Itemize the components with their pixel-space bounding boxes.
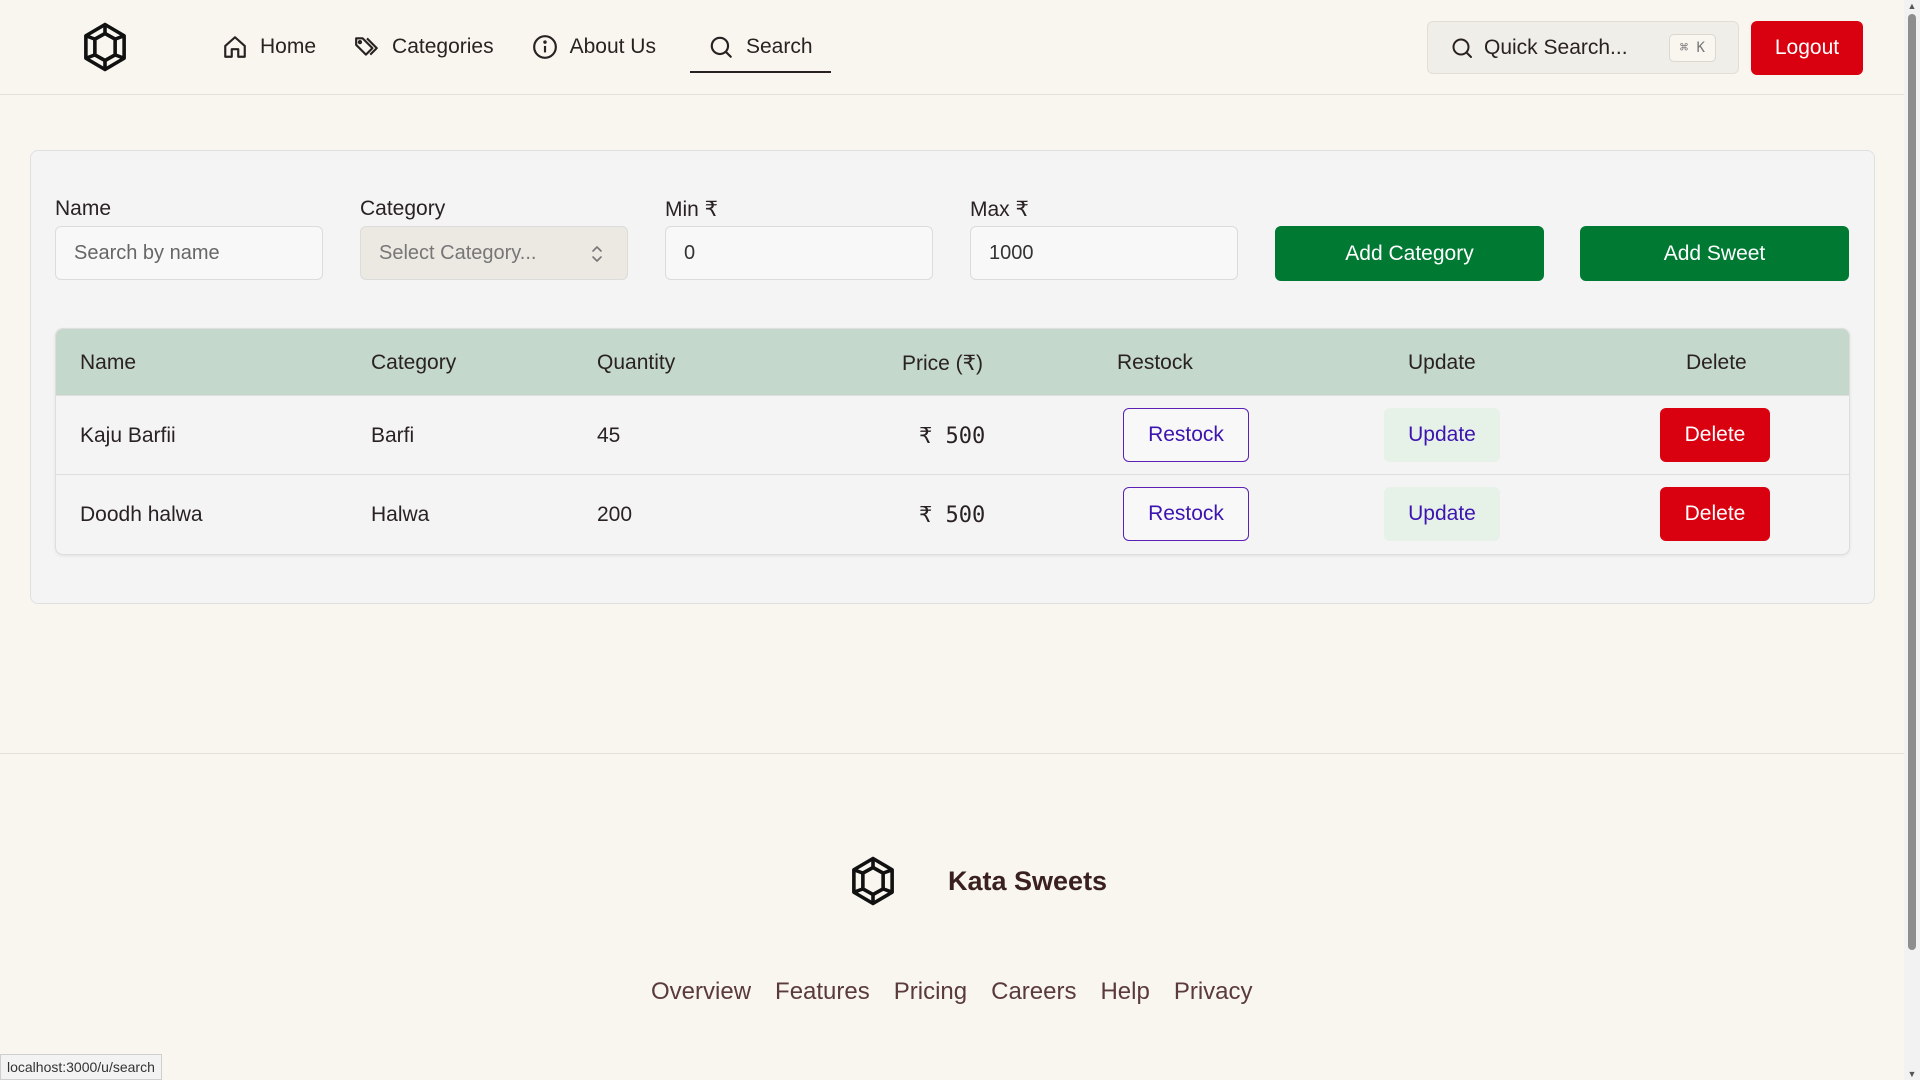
delete-button[interactable]: Delete (1660, 487, 1770, 541)
sweets-table: Name Category Quantity Price (₹) Restock… (55, 328, 1850, 555)
table-row: Doodh halwa Halwa 200 ₹ 500 Restock Upda… (56, 474, 1849, 554)
top-navbar: Home Categories About Us Search Quick Se… (0, 0, 1904, 95)
quick-search-label: Quick Search... (1484, 35, 1628, 59)
table-row: Kaju Barfii Barfi 45 ₹ 500 Restock Updat… (56, 395, 1849, 475)
update-button[interactable]: Update (1384, 487, 1500, 541)
logo-icon[interactable] (78, 20, 132, 74)
max-price-label: Max ₹ (970, 198, 1029, 221)
add-category-button[interactable]: Add Category (1275, 226, 1544, 281)
footer-link-privacy[interactable]: Privacy (1174, 978, 1253, 1006)
scroll-down-arrow-icon[interactable]: ▼ (1907, 1069, 1917, 1079)
search-icon (1452, 38, 1472, 58)
footer-link-help[interactable]: Help (1100, 978, 1149, 1006)
scroll-up-arrow-icon[interactable]: ▲ (1907, 1, 1917, 11)
header-update: Update (1408, 351, 1476, 374)
header-restock: Restock (1117, 351, 1193, 374)
tags-icon (355, 37, 378, 56)
main-nav: Home Categories About Us Search (218, 22, 861, 73)
max-price-input[interactable] (970, 226, 1238, 280)
restock-button[interactable]: Restock (1123, 408, 1249, 462)
min-price-label: Min ₹ (665, 198, 719, 221)
cell-name: Doodh halwa (80, 503, 203, 526)
footer-brand-name: Kata Sweets (948, 866, 1108, 896)
quick-search-button[interactable]: Quick Search... ⌘ K (1427, 21, 1739, 74)
cell-price: ₹ 500 (919, 424, 986, 449)
restock-button[interactable]: Restock (1123, 487, 1249, 541)
category-select[interactable]: Select Category... (360, 226, 628, 280)
footer-link-careers[interactable]: Careers (991, 978, 1076, 1006)
min-price-input[interactable] (665, 226, 933, 280)
chevron-up-down-icon (592, 246, 602, 262)
add-sweet-button[interactable]: Add Sweet (1580, 226, 1849, 281)
nav-categories[interactable]: Categories (350, 23, 498, 71)
sweets-panel: Name Category Select Category... Min ₹ M… (30, 150, 1875, 604)
logout-button[interactable]: Logout (1751, 21, 1863, 75)
cell-category: Barfi (371, 424, 415, 447)
search-icon (710, 36, 732, 58)
home-icon (224, 36, 246, 58)
update-button[interactable]: Update (1384, 408, 1500, 462)
header-category: Category (371, 351, 457, 374)
footer-link-pricing[interactable]: Pricing (894, 978, 967, 1006)
cell-quantity: 45 (597, 424, 621, 447)
nav-search-label: Search (745, 35, 813, 58)
status-bar-url: localhost:3000/u/search (0, 1054, 162, 1080)
logo-icon (852, 856, 894, 906)
header-delete: Delete (1686, 351, 1747, 374)
footer-link-features[interactable]: Features (775, 978, 870, 1006)
cell-name: Kaju Barfii (80, 424, 176, 447)
cell-price: ₹ 500 (919, 503, 986, 528)
category-select-placeholder: Select Category... (379, 241, 537, 264)
nav-home[interactable]: Home (218, 23, 320, 71)
name-filter-label: Name (55, 197, 112, 220)
nav-categories-label: Categories (392, 35, 494, 58)
footer-links: Overview Features Pricing Careers Help P… (651, 978, 1253, 1006)
nav-about-us-label: About Us (569, 35, 656, 58)
header-price: Price (₹) (902, 352, 984, 375)
info-icon (532, 35, 557, 59)
table-header: Name Category Quantity Price (₹) Restock… (56, 329, 1849, 395)
footer-link-overview[interactable]: Overview (651, 978, 751, 1006)
nav-search[interactable]: Search (689, 23, 831, 73)
shortcut-hint: ⌘ K (1668, 34, 1716, 62)
footer-divider (0, 753, 1904, 754)
cell-category: Halwa (371, 503, 430, 526)
header-name: Name (80, 351, 137, 374)
delete-button[interactable]: Delete (1660, 408, 1770, 462)
nav-home-label: Home (260, 35, 317, 58)
cell-quantity: 200 (597, 503, 633, 526)
header-quantity: Quantity (597, 351, 676, 374)
nav-about-us[interactable]: About Us (528, 23, 660, 71)
scrollbar-thumb[interactable] (1908, 14, 1916, 950)
name-search-input[interactable] (55, 226, 323, 280)
category-filter-label: Category (360, 197, 446, 220)
